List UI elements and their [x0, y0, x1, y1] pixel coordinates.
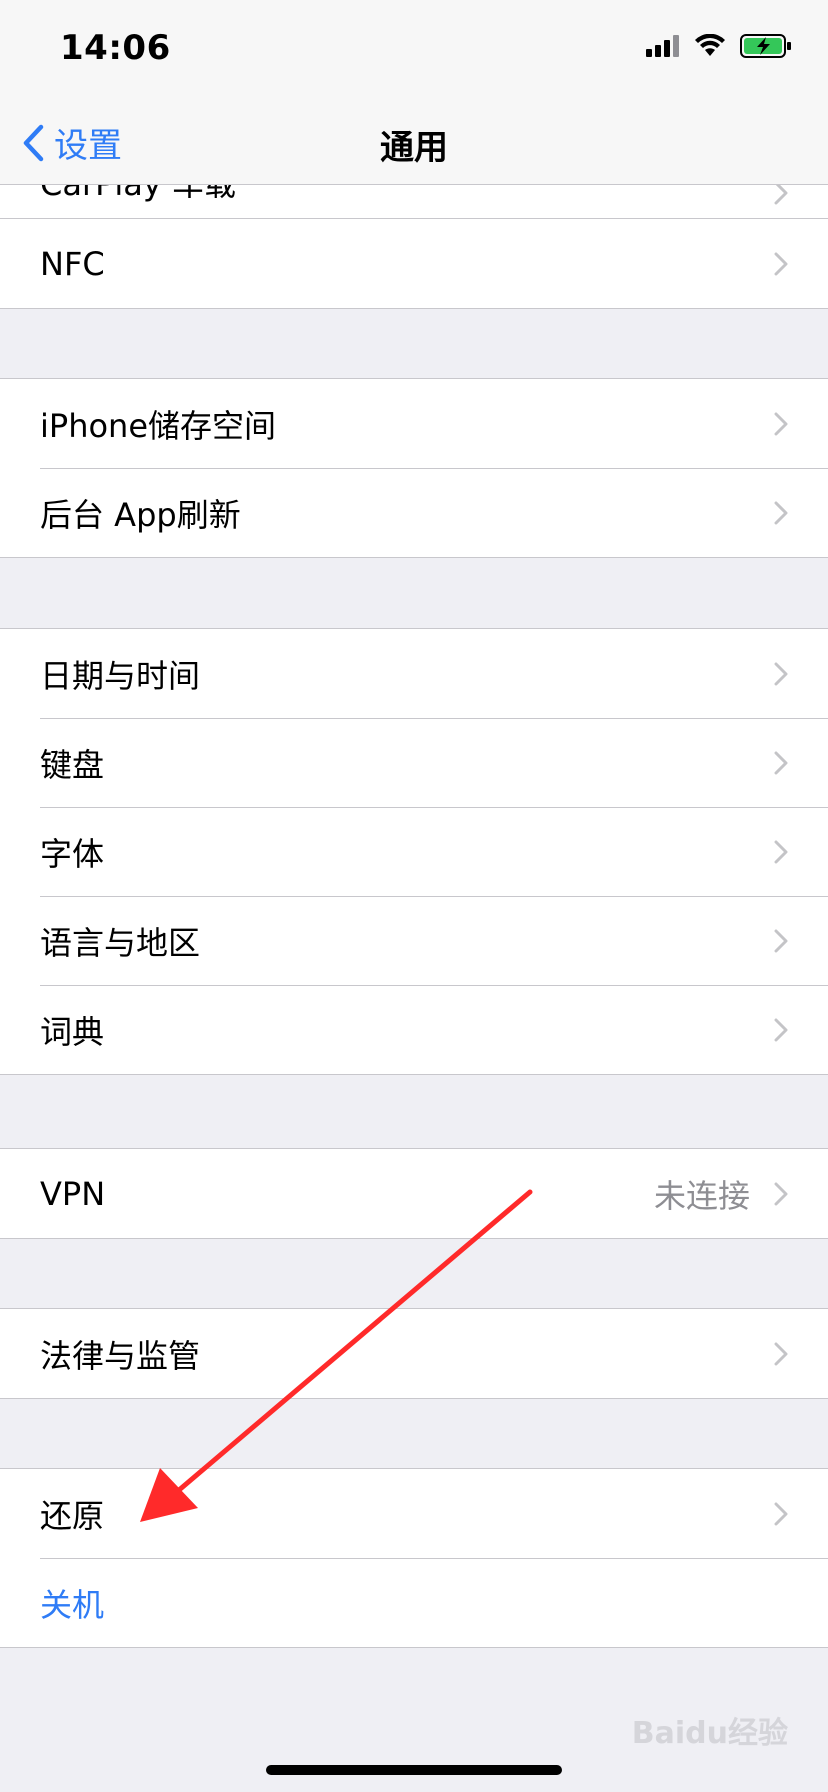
- chevron-right-icon: [774, 252, 788, 275]
- nav-bar: 设置 通用: [0, 90, 828, 185]
- chevron-right-icon: [774, 840, 788, 863]
- chevron-right-icon: [774, 1018, 788, 1041]
- settings-group-locale: 日期与时间 键盘 字体 语言与地区 词典: [0, 628, 828, 1075]
- row-reset[interactable]: 还原: [0, 1469, 828, 1558]
- partial-row-label: CarPlay 车载: [40, 185, 236, 205]
- chevron-right-icon: [774, 1342, 788, 1365]
- row-vpn[interactable]: VPN 未连接: [0, 1149, 828, 1238]
- chevron-right-icon: [774, 929, 788, 952]
- chevron-right-icon: [774, 501, 788, 524]
- row-label: 还原: [40, 1496, 105, 1535]
- row-date-time[interactable]: 日期与时间: [0, 629, 828, 718]
- row-fonts[interactable]: 字体: [0, 807, 828, 896]
- row-label: 词典: [40, 1012, 105, 1051]
- vpn-status-value: 未连接: [653, 1176, 750, 1215]
- row-label: VPN: [40, 1174, 106, 1213]
- partial-row-carplay[interactable]: CarPlay 车载: [0, 185, 828, 220]
- chevron-right-icon: [774, 662, 788, 685]
- row-keyboard[interactable]: 键盘: [0, 718, 828, 807]
- row-label: 字体: [40, 834, 105, 873]
- row-legal-regulatory[interactable]: 法律与监管: [0, 1309, 828, 1398]
- settings-group-legal: 法律与监管: [0, 1308, 828, 1399]
- status-bar: 14:06: [0, 0, 828, 90]
- row-label: 法律与监管: [40, 1336, 201, 1375]
- row-label: NFC: [40, 244, 105, 283]
- status-time: 14:06: [60, 28, 171, 68]
- row-background-app-refresh[interactable]: 后台 App刷新: [0, 468, 828, 557]
- settings-group-nfc: NFC: [0, 218, 828, 309]
- settings-group-vpn: VPN 未连接: [0, 1148, 828, 1239]
- wifi-icon: [695, 34, 725, 56]
- row-label: 键盘: [40, 745, 105, 784]
- chevron-right-icon: [774, 1502, 788, 1525]
- watermark-logo: Baidu经验: [631, 1716, 788, 1751]
- row-iphone-storage[interactable]: iPhone储存空间: [0, 379, 828, 468]
- shut-down-button[interactable]: 关机: [0, 1558, 828, 1647]
- chevron-right-icon: [774, 751, 788, 774]
- settings-group-storage: iPhone储存空间 后台 App刷新: [0, 378, 828, 558]
- chevron-right-icon: [774, 412, 788, 435]
- row-label: 日期与时间: [40, 656, 201, 695]
- row-label: 后台 App刷新: [40, 495, 241, 534]
- row-language-region[interactable]: 语言与地区: [0, 896, 828, 985]
- chevron-right-icon: [774, 1182, 788, 1205]
- home-indicator[interactable]: [266, 1765, 562, 1775]
- page-title: 通用: [380, 128, 448, 168]
- nav-divider: [0, 184, 828, 185]
- row-dictionary[interactable]: 词典: [0, 985, 828, 1074]
- status-icons: [646, 34, 792, 58]
- battery-charging-icon: [740, 34, 791, 58]
- signal-icon: [646, 35, 679, 57]
- row-label: 关机: [40, 1585, 105, 1624]
- chevron-right-icon: [774, 185, 788, 205]
- settings-group-reset: 还原 关机: [0, 1468, 828, 1648]
- row-label: iPhone储存空间: [40, 406, 277, 445]
- row-label: 语言与地区: [40, 923, 201, 962]
- row-nfc[interactable]: NFC: [0, 219, 828, 308]
